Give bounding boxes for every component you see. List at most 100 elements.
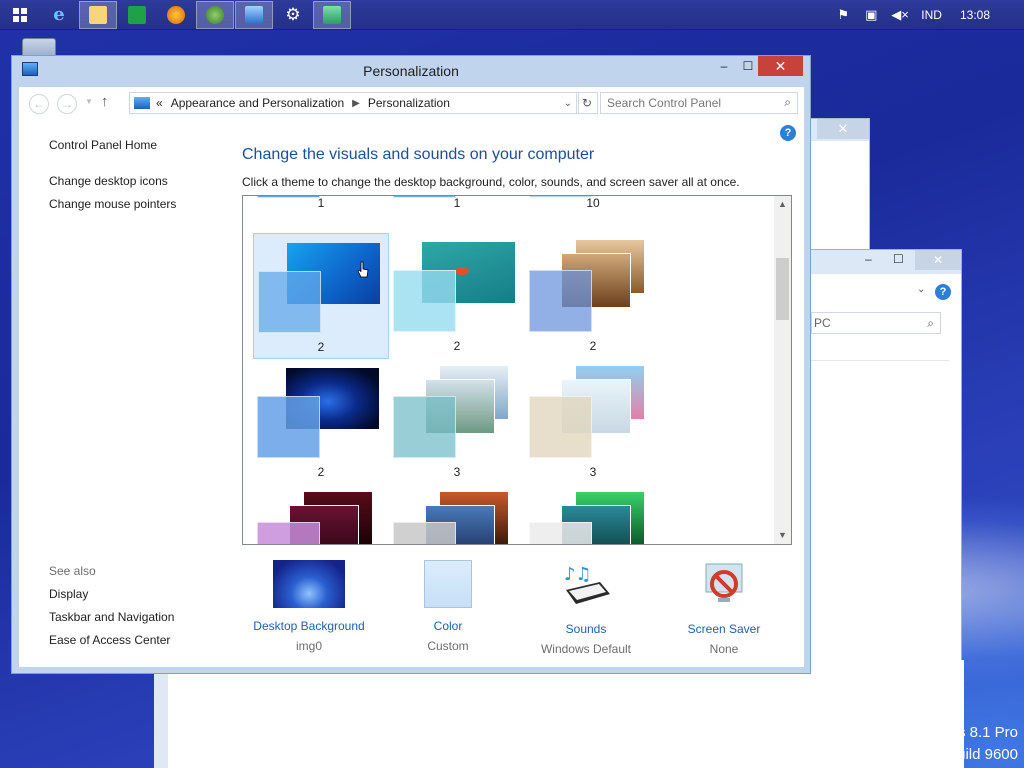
theme-item[interactable]: 3 — [525, 359, 661, 485]
taskbar-store[interactable] — [118, 1, 156, 29]
theme-item-selected[interactable]: 2 — [253, 233, 389, 359]
sidebar-control-panel-home[interactable]: Control Panel Home — [49, 138, 157, 152]
background-window-2[interactable]: – ☐ ✕ ⌄ ? PC ⌕ — [808, 249, 962, 679]
windows-logo-icon — [13, 7, 27, 22]
folder-icon — [89, 5, 107, 24]
network-icon[interactable]: ▣ — [863, 7, 879, 23]
media-player-icon — [206, 5, 224, 24]
scroll-down-icon[interactable]: ▼ — [774, 527, 791, 544]
control-panel-icon — [245, 5, 263, 24]
store-icon — [128, 5, 146, 24]
content-pane: ? Control Panel Home Change desktop icon… — [19, 117, 804, 667]
forward-button[interactable]: → — [57, 94, 77, 114]
sidebar-change-desktop-icons[interactable]: Change desktop icons — [49, 174, 168, 188]
theme-item[interactable]: 1 — [389, 196, 525, 216]
flag-icon[interactable]: ⚑ — [835, 7, 851, 23]
bg-search-text: PC — [814, 316, 831, 330]
taskbar-internet-explorer[interactable]: e — [40, 1, 78, 29]
address-dropdown-icon[interactable]: ⌄ — [564, 98, 572, 109]
theme-item[interactable]: 2 — [389, 233, 525, 359]
color-link[interactable]: Color — [378, 619, 518, 633]
refresh-button[interactable]: ↻ — [576, 92, 598, 114]
sounds-value: Windows Default — [540, 642, 632, 656]
scroll-thumb[interactable] — [776, 258, 789, 320]
scroll-up-icon[interactable]: ▲ — [774, 196, 791, 213]
screen-saver-icon — [705, 563, 743, 602]
background-window-1[interactable]: ✕ — [808, 118, 870, 258]
desktop-background-link[interactable]: Desktop Background — [239, 619, 379, 633]
version-line-2: uild 9600 — [957, 746, 1018, 763]
screen-saver-value: None — [709, 642, 739, 656]
theme-item[interactable] — [253, 485, 389, 544]
theme-list-scrollbar[interactable]: ▲ ▼ — [774, 196, 791, 544]
back-button[interactable]: ← — [29, 94, 49, 114]
clock[interactable]: 13:08 — [960, 8, 990, 22]
personalization-window: Personalization – ☐ ✕ ← → ▼ ↑ « Appearan… — [11, 55, 811, 674]
theme-label: 2 — [589, 339, 597, 353]
theme-item[interactable]: 1 — [253, 196, 389, 216]
see-also-heading: See also — [49, 564, 96, 578]
bg-close-icon[interactable]: ✕ — [817, 119, 869, 139]
bg-close-icon[interactable]: ✕ — [915, 250, 961, 270]
recent-pages-chevron-icon[interactable]: ▼ — [85, 97, 93, 106]
address-bar[interactable]: « Appearance and Personalization ▶ Perso… — [129, 92, 579, 114]
sounds-piano-icon: ♪♫ — [564, 564, 610, 604]
color-item[interactable]: Color Custom — [378, 560, 518, 653]
theme-item[interactable]: 10 — [525, 196, 661, 216]
theme-label: 1 — [317, 196, 325, 210]
title-bar[interactable]: Personalization – ☐ ✕ — [12, 56, 810, 86]
screen-saver-link[interactable]: Screen Saver — [654, 622, 794, 636]
theme-label: 1 — [453, 196, 461, 210]
bg-chevron-down-icon[interactable]: ⌄ — [917, 284, 925, 295]
bg-minimize-icon[interactable]: – — [865, 252, 872, 266]
search-placeholder: Search Control Panel — [607, 96, 722, 110]
theme-label: 3 — [589, 465, 597, 479]
window-title: Personalization — [363, 63, 459, 79]
see-also-ease-of-access[interactable]: Ease of Access Center — [49, 633, 170, 647]
bg-search-field[interactable]: PC ⌕ — [811, 312, 941, 334]
svg-text:♪♫: ♪♫ — [564, 564, 592, 585]
theme-item[interactable] — [389, 485, 525, 544]
help-icon[interactable]: ? — [780, 125, 796, 141]
theme-item[interactable]: 3 — [389, 359, 525, 485]
sidebar-change-mouse-pointers[interactable]: Change mouse pointers — [49, 197, 176, 211]
start-button[interactable] — [1, 1, 39, 29]
theme-item[interactable]: 2 — [525, 233, 661, 359]
sounds-link[interactable]: Sounds — [516, 622, 656, 636]
language-indicator[interactable]: IND — [921, 8, 942, 22]
breadcrumb-overflow[interactable]: « — [156, 96, 163, 110]
theme-item[interactable] — [525, 485, 661, 544]
background-window-3[interactable] — [154, 660, 964, 768]
chevron-right-icon[interactable]: ▶ — [352, 98, 360, 109]
volume-muted-icon[interactable]: ◀× — [891, 7, 909, 23]
taskbar-control-panel[interactable] — [235, 0, 273, 29]
gear-icon: ⚙ — [285, 4, 301, 24]
taskbar-settings[interactable]: ⚙ — [274, 1, 312, 29]
up-arrow-icon[interactable]: ↑ — [101, 93, 109, 110]
hand-cursor-icon — [357, 261, 369, 278]
taskbar-file-explorer[interactable] — [79, 0, 117, 29]
page-heading: Change the visuals and sounds on your co… — [242, 146, 595, 163]
breadcrumb-appearance[interactable]: Appearance and Personalization — [171, 96, 344, 110]
taskbar-app[interactable] — [313, 0, 351, 29]
bg-maximize-icon[interactable]: ☐ — [893, 252, 904, 266]
screen-saver-item[interactable]: Screen Saver None — [654, 560, 794, 656]
see-also-taskbar-navigation[interactable]: Taskbar and Navigation — [49, 610, 174, 624]
desktop-background-item[interactable]: Desktop Background img0 — [239, 560, 379, 653]
theme-label: 10 — [586, 196, 600, 210]
search-input[interactable]: Search Control Panel ⌕ — [600, 92, 798, 114]
theme-list[interactable]: 1 1 10 2 2 2 2 3 3 ▲ ▼ — [242, 195, 792, 545]
bg-help-icon[interactable]: ? — [935, 284, 951, 300]
theme-item[interactable]: 2 — [253, 359, 389, 485]
sounds-item[interactable]: ♪♫ Sounds Windows Default — [516, 560, 656, 656]
taskbar-firefox[interactable] — [157, 1, 195, 29]
close-button[interactable]: ✕ — [758, 56, 803, 76]
theme-settings-bar: Desktop Background img0 Color Custom ♪♫ … — [242, 560, 802, 660]
taskbar-media[interactable] — [196, 0, 234, 29]
theme-label: 2 — [317, 340, 325, 354]
breadcrumb-personalization[interactable]: Personalization — [368, 96, 450, 110]
see-also-display[interactable]: Display — [49, 587, 88, 601]
firefox-icon — [167, 5, 185, 24]
navigation-bar: ← → ▼ ↑ « Appearance and Personalization… — [19, 87, 804, 117]
theme-label: 2 — [453, 339, 461, 353]
